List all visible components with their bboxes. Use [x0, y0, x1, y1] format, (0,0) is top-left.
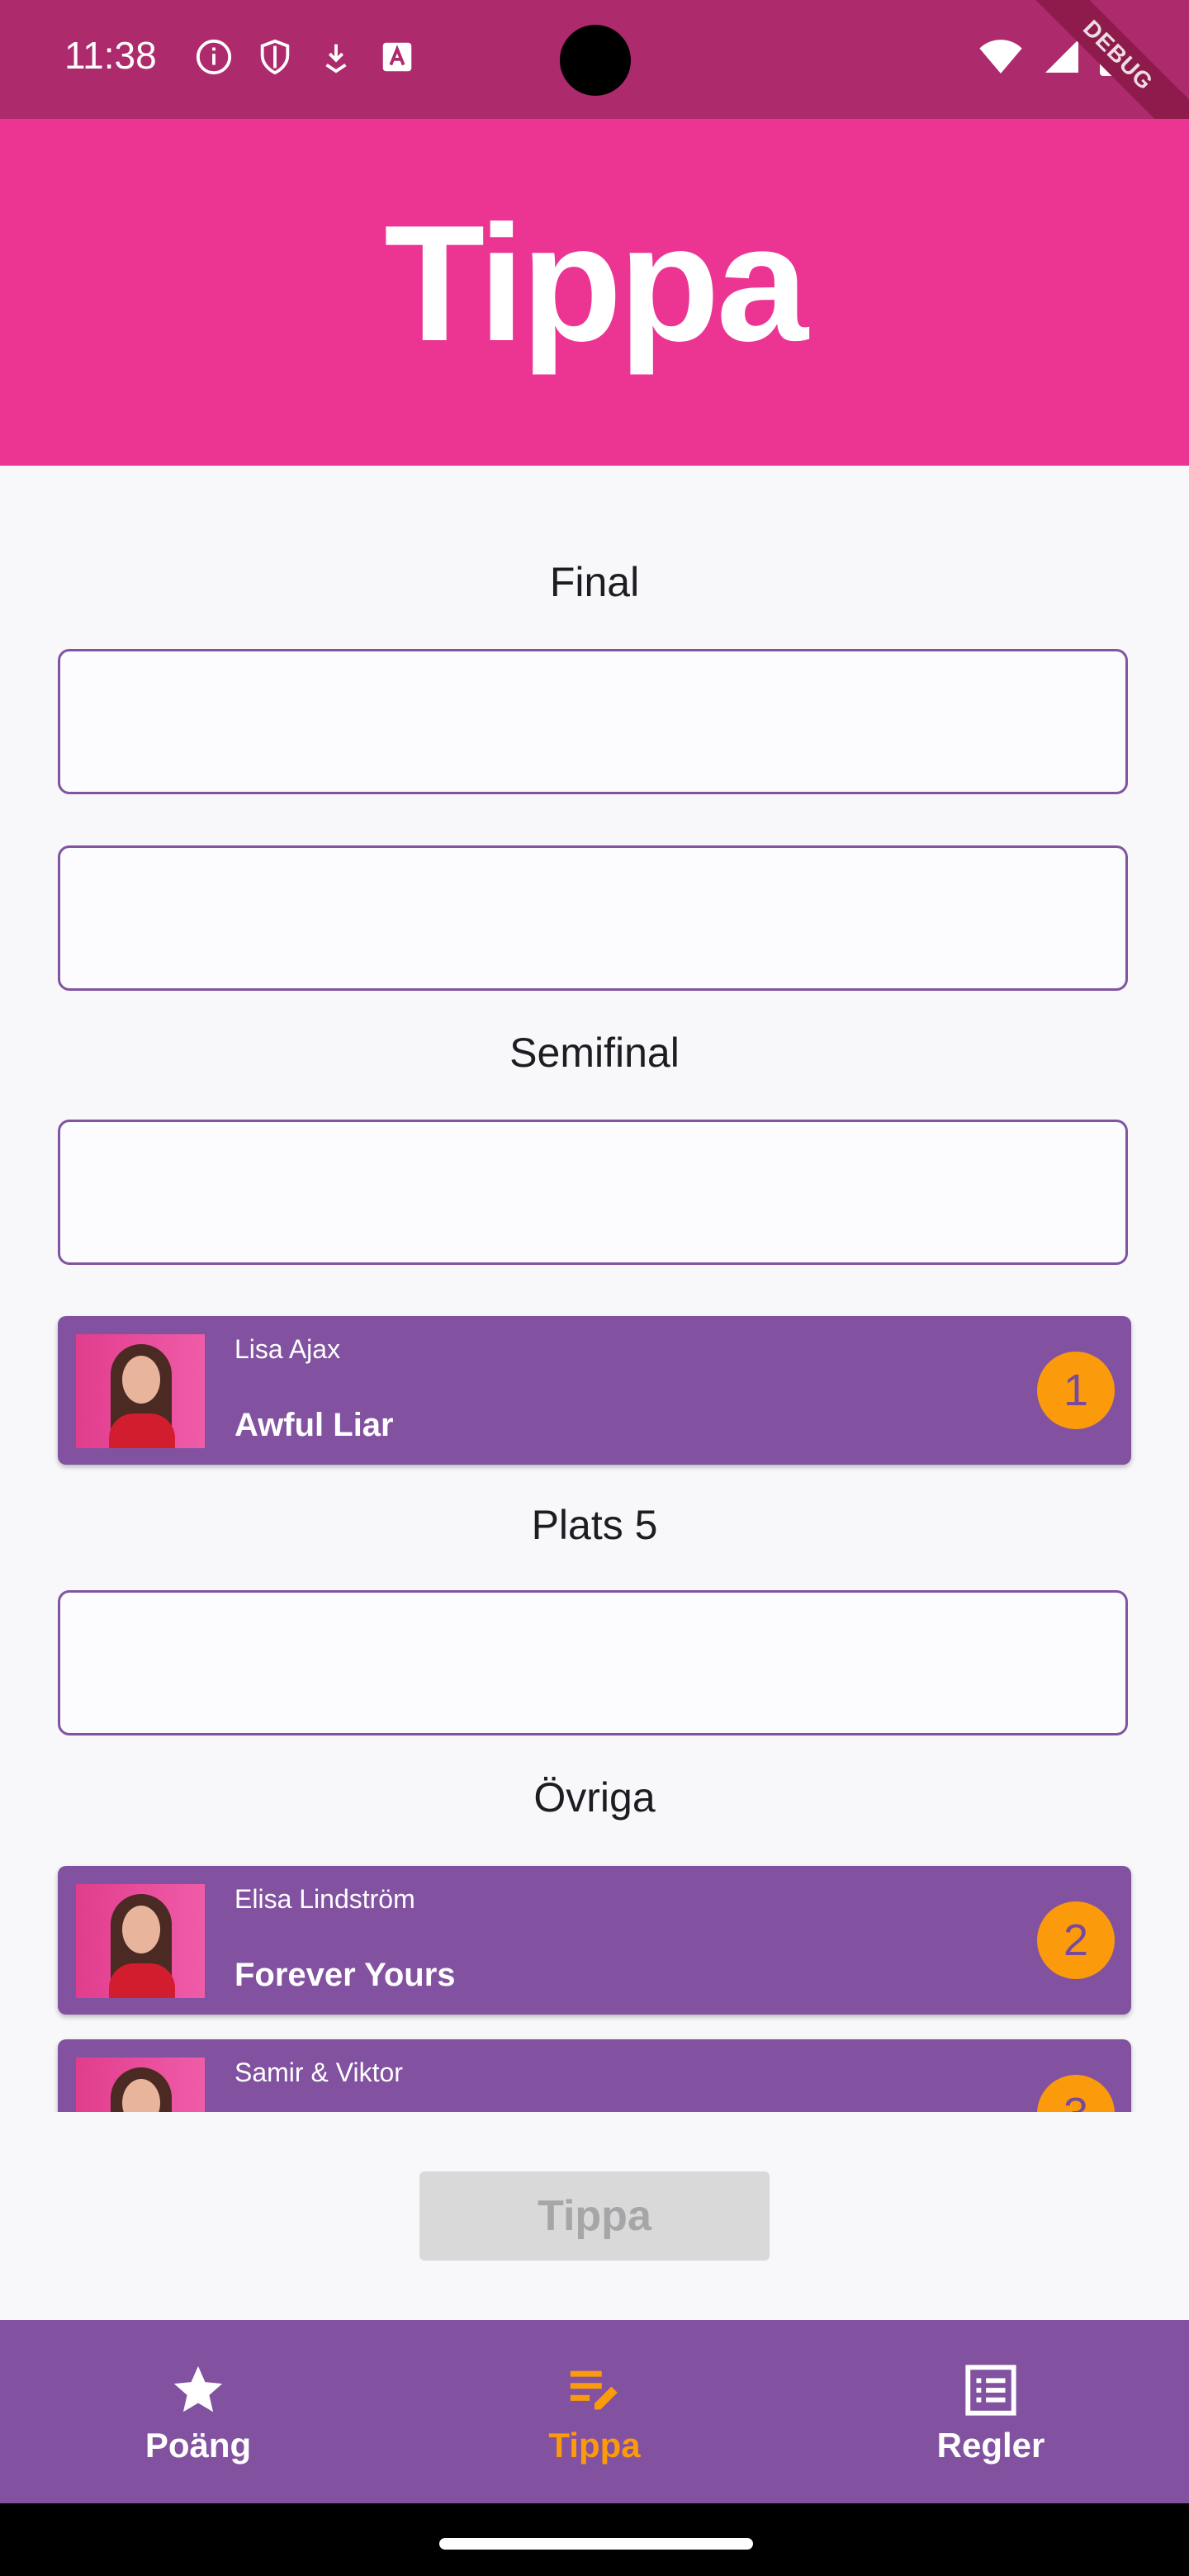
status-icons-left — [195, 38, 416, 76]
star-icon — [173, 2365, 223, 2413]
card-artist: Samir & Viktor — [234, 2057, 403, 2087]
song-card[interactable]: Lisa Ajax Awful Liar 1 — [58, 1316, 1131, 1465]
song-card[interactable]: Elisa Lindström Forever Yours 2 — [58, 1866, 1131, 2015]
artist-photo — [76, 2057, 205, 2112]
status-bar: 11:38 DEBUG — [0, 0, 1189, 157]
home-gesture-handle[interactable] — [439, 2538, 753, 2550]
nav-label-regler: Regler — [936, 2426, 1045, 2465]
download-icon — [325, 44, 347, 73]
nav-item-tippa[interactable]: Tippa — [396, 2320, 793, 2503]
plats5-slot[interactable] — [58, 1590, 1128, 1735]
card-artist: Elisa Lindström — [234, 1884, 415, 1914]
artist-photo — [76, 1884, 205, 1998]
section-title-final: Final — [549, 559, 640, 605]
card-song: Awful Liar — [234, 1407, 394, 1443]
rules-list-icon — [965, 2365, 1016, 2416]
info-icon — [196, 39, 232, 75]
section-title-plats5: Plats 5 — [531, 1502, 658, 1548]
nav-item-poang[interactable]: Poäng — [0, 2320, 396, 2503]
card-number-badge: 2 — [1037, 1901, 1115, 1979]
signal-icon — [1045, 40, 1078, 73]
edit-list-icon — [570, 2370, 618, 2410]
card-number-badge: 3 — [1037, 2075, 1115, 2112]
tippa-submit-button[interactable]: Tippa — [419, 2171, 770, 2261]
camera-cutout — [560, 25, 631, 96]
bottom-navigation: Poäng Tippa Regler — [0, 2320, 1189, 2503]
page-title: Tippa — [384, 192, 808, 376]
nav-label-poang: Poäng — [144, 2426, 252, 2465]
card-artist: Lisa Ajax — [234, 1334, 341, 1364]
artist-photo — [76, 1334, 205, 1448]
final-slot-2[interactable] — [58, 845, 1128, 991]
ovriga-list[interactable]: Elisa Lindström Forever Yours 2 Samir & … — [0, 1858, 1189, 2112]
shield-icon — [260, 39, 290, 75]
wifi-icon — [979, 40, 1022, 73]
status-time: 11:38 — [64, 34, 157, 77]
nav-item-regler[interactable]: Regler — [793, 2320, 1189, 2503]
semifinal-slot[interactable] — [58, 1120, 1128, 1265]
card-number-badge: 1 — [1037, 1352, 1115, 1429]
section-title-ovriga: Övriga — [533, 1774, 656, 1821]
system-gesture-bar — [0, 2503, 1189, 2576]
nav-label-tippa: Tippa — [548, 2426, 641, 2465]
section-title-semifinal: Semifinal — [509, 1030, 680, 1076]
card-song: Forever Yours — [234, 1957, 456, 1993]
final-slot-1[interactable] — [58, 649, 1128, 794]
app-header: Tippa — [0, 119, 1189, 466]
text-a-icon — [382, 42, 412, 72]
song-card[interactable]: Samir & Viktor 3 — [58, 2039, 1131, 2112]
